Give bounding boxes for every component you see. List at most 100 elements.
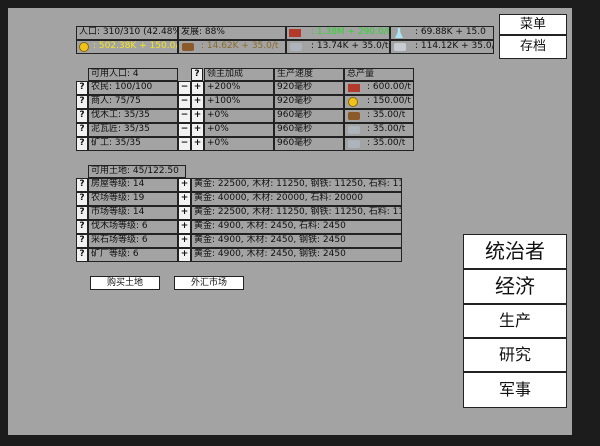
nav-economy[interactable]: 经济 (463, 269, 567, 304)
worker-name-label: 农民: 100/100 (91, 82, 153, 92)
worker-name-label: 矿工: 35/35 (91, 138, 141, 148)
wood-stat: : 14.62K + 35.0/t (178, 40, 286, 54)
land-building-name: 房屋等级: 14 (88, 178, 178, 192)
land-plus-button[interactable]: + (178, 178, 191, 192)
worker-name: 农民: 100/100 (88, 81, 178, 95)
worker-plus-button[interactable]: + (191, 109, 204, 123)
worker-name-label: 伐木工: 35/35 (91, 110, 150, 120)
land-building-label: 农场等级: 19 (91, 193, 145, 203)
land-cost-label: 黄金: 4900, 木材: 2450, 钢铁: 2450 (194, 249, 346, 259)
worker-plus-button[interactable]: + (191, 137, 204, 151)
menu-button[interactable]: 菜单 (499, 14, 567, 35)
steel-stat: : 114.12K + 35.0/t (390, 40, 494, 54)
worker-total: : 600.00/t (344, 81, 414, 95)
speed-header: 生产速度 (274, 68, 344, 81)
land-cost-label: 黄金: 4900, 木材: 2450, 钢铁: 2450 (194, 235, 346, 245)
land-help-button[interactable]: ? (76, 248, 88, 262)
worker-speed: 960毫秒 (274, 123, 344, 137)
development-stat: 发展: 88% (178, 26, 286, 40)
forex-market-button[interactable]: 外汇市场 (174, 276, 244, 290)
worker-speed-label: 960毫秒 (277, 138, 313, 148)
worker-help-button[interactable]: ? (76, 81, 88, 95)
worker-speed: 920毫秒 (274, 81, 344, 95)
land-cost-label: 黄金: 4900, 木材: 2450, 石料: 2450 (194, 221, 346, 231)
land-building-name: 伐木场等级: 6 (88, 220, 178, 234)
nav-research[interactable]: 研究 (463, 338, 567, 372)
land-cost: 黄金: 4900, 木材: 2450, 钢铁: 2450 (191, 234, 402, 248)
available-land: 可用土地: 45/122.50 (88, 165, 186, 178)
available-population: 可用人口: 4 (88, 68, 178, 81)
gold-coin-icon (79, 42, 89, 52)
worker-help-button[interactable]: ? (76, 137, 88, 151)
land-building-label: 矿厂等级: 6 (91, 249, 139, 259)
worker-name-label: 商人: 75/75 (91, 96, 141, 106)
worker-help-button[interactable]: ? (76, 123, 88, 137)
flask-stat: : 69.88K + 15.0 (390, 26, 494, 40)
land-plus-button[interactable]: + (178, 248, 191, 262)
worker-bonus-label: +0% (207, 110, 229, 120)
land-plus-button[interactable]: + (178, 234, 191, 248)
worker-help-button[interactable]: ? (76, 109, 88, 123)
wood-icon (182, 43, 194, 51)
worker-speed: 920毫秒 (274, 95, 344, 109)
worker-bonus-label: +0% (207, 138, 229, 148)
worker-bonus: +0% (204, 109, 274, 123)
game-panel: 人口: 310/310 (42.48%) 发展: 88% : 1.38M + 2… (8, 8, 572, 435)
worker-minus-button[interactable]: − (178, 137, 191, 151)
brick-stat: : 1.38M + 290.0/t (286, 26, 390, 40)
worker-minus-button[interactable]: − (178, 81, 191, 95)
worker-help-button[interactable]: ? (191, 68, 203, 81)
land-building-label: 采石场等级: 6 (91, 235, 148, 245)
worker-total-label: : 35.00/t (367, 110, 406, 120)
land-cost: 黄金: 40000, 木材: 20000, 石料: 20000 (191, 192, 402, 206)
land-building-name: 农场等级: 19 (88, 192, 178, 206)
worker-plus-button[interactable]: + (191, 123, 204, 137)
land-plus-button[interactable]: + (178, 220, 191, 234)
land-cost: 黄金: 22500, 木材: 11250, 钢铁: 11250, 石料: 112… (191, 206, 402, 220)
land-plus-button[interactable]: + (178, 206, 191, 220)
land-building-label: 伐木场等级: 6 (91, 221, 148, 231)
save-button[interactable]: 存档 (499, 35, 567, 59)
worker-name: 商人: 75/75 (88, 95, 178, 109)
steel-icon (394, 43, 406, 51)
stone-icon (290, 43, 302, 51)
worker-bonus: +0% (204, 123, 274, 137)
worker-name: 伐木工: 35/35 (88, 109, 178, 123)
worker-minus-button[interactable]: − (178, 109, 191, 123)
nav-ruler[interactable]: 统治者 (463, 234, 567, 269)
worker-minus-button[interactable]: − (178, 95, 191, 109)
land-building-label: 房屋等级: 14 (91, 179, 145, 189)
worker-total-label: : 35.00/t (367, 138, 406, 148)
worker-bonus-label: +200% (207, 82, 241, 92)
bonus-header: 领主加成 (204, 68, 274, 81)
worker-plus-button[interactable]: + (191, 81, 204, 95)
worker-total: : 150.00/t (344, 95, 414, 109)
stone-icon (348, 126, 360, 134)
worker-bonus: +0% (204, 137, 274, 151)
steel-icon (348, 140, 360, 148)
land-building-name: 矿厂等级: 6 (88, 248, 178, 262)
land-help-button[interactable]: ? (76, 206, 88, 220)
land-plus-button[interactable]: + (178, 192, 191, 206)
gold-coin-icon (348, 97, 358, 107)
land-building-name: 市场等级: 14 (88, 206, 178, 220)
land-help-button[interactable]: ? (76, 220, 88, 234)
land-cost-label: 黄金: 22500, 木材: 11250, 钢铁: 11250, 石料: 112… (194, 179, 402, 189)
worker-speed-label: 960毫秒 (277, 110, 313, 120)
worker-total-label: : 150.00/t (367, 96, 411, 106)
land-help-button[interactable]: ? (76, 178, 88, 192)
land-cost: 黄金: 4900, 木材: 2450, 石料: 2450 (191, 220, 402, 234)
land-building-name: 采石场等级: 6 (88, 234, 178, 248)
land-cost: 黄金: 22500, 木材: 11250, 钢铁: 11250, 石料: 112… (191, 178, 402, 192)
worker-help-button[interactable]: ? (76, 95, 88, 109)
buy-land-button[interactable]: 购买土地 (90, 276, 160, 290)
nav-military[interactable]: 军事 (463, 372, 567, 408)
worker-total: : 35.00/t (344, 137, 414, 151)
worker-plus-button[interactable]: + (191, 95, 204, 109)
land-help-button[interactable]: ? (76, 192, 88, 206)
gold-stat: : 502.38K + 150.0/t (76, 40, 178, 54)
nav-production[interactable]: 生产 (463, 304, 567, 338)
worker-minus-button[interactable]: − (178, 123, 191, 137)
land-help-button[interactable]: ? (76, 234, 88, 248)
brick-icon (289, 29, 301, 37)
